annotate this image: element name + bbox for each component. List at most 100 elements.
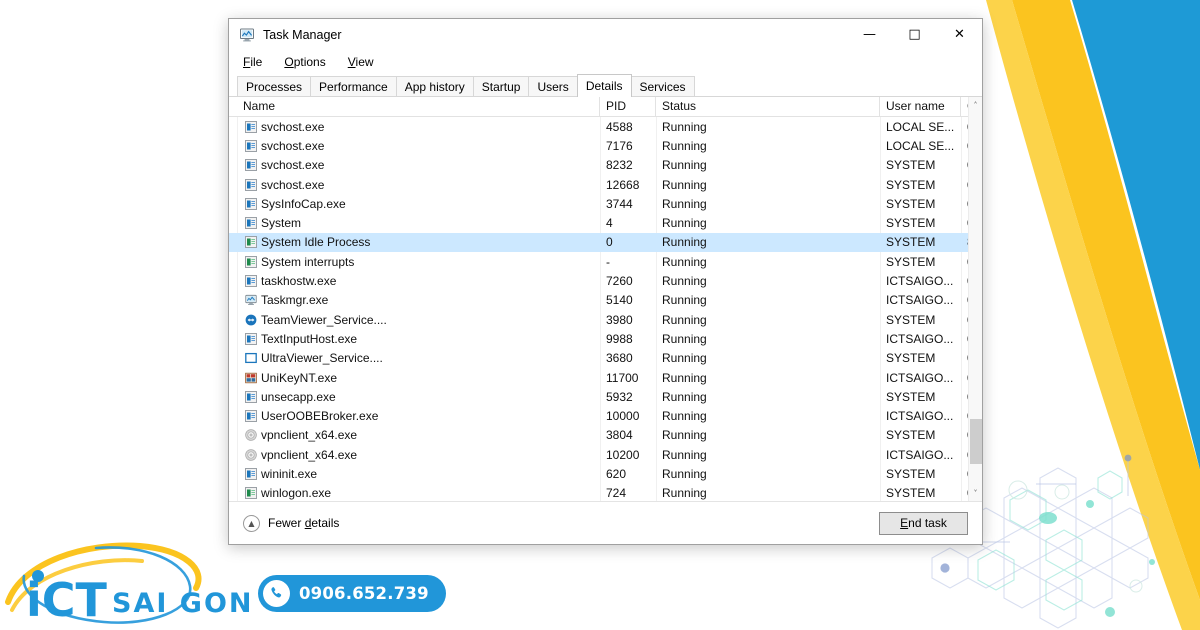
app-blue-icon [245,332,257,345]
table-row[interactable]: TextInputHost.exe 9988 Running ICTSAIGO... 0… [229,329,968,348]
cell-user-name: LOCAL SE... [886,138,955,153]
app-blue-icon [245,178,257,191]
cell-user-name: SYSTEM [886,254,936,269]
app-green-icon [245,236,257,249]
tab-strip: Processes Performance App history Startu… [229,74,982,97]
cell-pid: 11700 [606,370,639,385]
menu-item-file[interactable]: File [239,53,266,71]
tab-details[interactable]: Details [576,74,632,97]
cell-pid: 5140 [606,293,633,308]
tab-startup[interactable]: Startup [472,76,530,96]
cell-cpu: 00 [961,351,968,365]
cell-status: Running [662,235,707,250]
cell-cpu: 00 [961,293,968,307]
tab-processes[interactable]: Processes [237,76,312,96]
table-row[interactable]: winlogon.exe724RunningSYSTEM00420 KNot a… [229,484,968,501]
cell-cpu: 00 [961,467,968,481]
table-row[interactable]: UserOOBEBroker.exe 10000 Running ICTSAIGO..… [229,406,968,425]
table-row[interactable]: System Idle Process0RunningSYSTEM888 K [229,232,968,253]
mnemonic: F [243,55,251,69]
menu-item-options[interactable]: Options [280,53,329,71]
scrollbar-thumb[interactable] [970,419,982,464]
app-green-icon [245,255,257,268]
table-row[interactable]: taskhostw.exe7260RunningICTSAIGO...002.6… [229,271,968,290]
cell-pid: 12668 [606,177,640,192]
table-row[interactable]: vpnclient_x64.exe3804RunningSYSTEM003.66… [229,426,968,445]
process-name-label: wininit.exe [261,466,318,481]
column-header-status[interactable]: Status [656,97,880,117]
tab-services[interactable]: Services [630,76,695,96]
table-row[interactable]: System4RunningSYSTEM0020 K [229,213,968,232]
cell-status: Running [662,331,707,346]
column-header-pid[interactable]: PID [600,97,656,117]
cell-process-name: UserOOBEBroker.exe [237,409,600,423]
phone-handset-icon [263,580,290,607]
process-name-label: taskhostw.exe [261,274,337,289]
close-button[interactable]: ✕ [937,20,982,50]
table-row[interactable]: svchost.exe12668RunningSYSTEM001.172 KNo… [229,175,968,194]
process-name-label: svchost.exe [261,158,325,173]
cell-cpu: 00 [961,139,968,153]
app-blue-icon [245,275,257,288]
table-row[interactable]: wininit.exe620RunningSYSTEM0016 KNot all… [229,464,968,483]
process-name-label: UserOOBEBroker.exe [261,409,379,424]
cell-cpu: 00 [961,448,968,462]
table-row[interactable]: UltraViewer_Service.... 3680 Running SYSTEM… [229,349,968,368]
vertical-scrollbar[interactable]: ˄ ˅ [968,97,982,501]
cell-status: Running [662,158,707,173]
table-row[interactable]: svchost.exe8232RunningSYSTEM001.248 KNot… [229,156,968,175]
cell-process-name: svchost.exe [237,120,600,134]
process-name-label: unsecapp.exe [261,389,336,404]
cell-process-name: svchost.exe [237,178,600,192]
scroll-down-button[interactable]: ˅ [969,485,982,501]
fewer-details-button[interactable]: ▲ Fewer details [243,514,339,532]
cell-process-name: SysInfoCap.exe [237,197,600,211]
cell-user-name: SYSTEM [886,235,936,250]
cell-cpu: 88 [961,235,968,249]
table-row[interactable]: System interrupts-RunningSYSTEM000 K [229,252,968,271]
process-name-label: winlogon.exe [261,486,332,501]
column-header-user-name[interactable]: User name [880,97,961,117]
menu-item-view[interactable]: View [344,53,378,71]
column-header-label: Name [243,99,276,113]
teamviewer-icon [245,314,257,326]
maximize-button[interactable]: □ [892,20,937,50]
phone-contact-pill[interactable]: 0906.652.739 [258,575,446,612]
cell-process-name: svchost.exe [237,158,600,172]
cell-process-name: UniKeyNT.exe [237,371,600,385]
cell-user-name: SYSTEM [886,312,936,327]
table-row[interactable]: TeamViewer_Service.... 3980 Running SYSTEM 0… [229,310,968,329]
table-row[interactable]: svchost.exe7176RunningLOCAL SE...004.960… [229,136,968,155]
cell-pid: 9988 [606,331,633,346]
cell-process-name: vpnclient_x64.exe [237,428,600,442]
process-name-label: System interrupts [261,254,355,269]
table-row[interactable]: SysInfoCap.exe3744RunningSYSTEM00100 KNo… [229,194,968,213]
table-row[interactable]: unsecapp.exe5932RunningSYSTEM00592 KNot … [229,387,968,406]
scroll-up-button[interactable]: ˄ [969,97,982,113]
table-row[interactable]: svchost.exe4588RunningLOCAL SE...001.156… [229,117,968,136]
cell-pid: 3744 [606,196,633,211]
column-header-name[interactable]: Name ˄ [237,97,600,117]
cell-cpu: 00 [961,255,968,269]
cell-cpu: 00 [961,409,968,423]
tab-app-history[interactable]: App history [395,76,474,96]
table-row[interactable]: UniKeyNT.exe11700RunningICTSAIGO...00192… [229,368,968,387]
end-task-button[interactable]: End task [879,511,968,535]
mnemonic: V [347,55,356,69]
cell-status: Running [662,428,707,443]
app-blue-icon [245,139,257,152]
cell-status: Running [662,486,707,501]
tab-users[interactable]: Users [528,76,578,96]
tab-performance[interactable]: Performance [310,76,397,96]
cell-process-name: TextInputHost.exe [237,332,600,346]
table-row[interactable]: Taskmgr.exe5140RunningICTSAIGO...0036.32… [229,291,968,310]
cell-user-name: SYSTEM [886,177,936,192]
cell-pid: 7260 [606,274,633,289]
minimize-button[interactable]: — [847,20,892,50]
cell-user-name: SYSTEM [886,428,936,443]
cell-pid: 10000 [606,409,640,424]
app-blue-icon [245,217,257,230]
table-row[interactable]: vpnclient_x64.exe 10200 Running ICTSAIGO...… [229,445,968,464]
app-blue-icon [245,467,257,480]
ultraviewer-icon [245,353,257,364]
